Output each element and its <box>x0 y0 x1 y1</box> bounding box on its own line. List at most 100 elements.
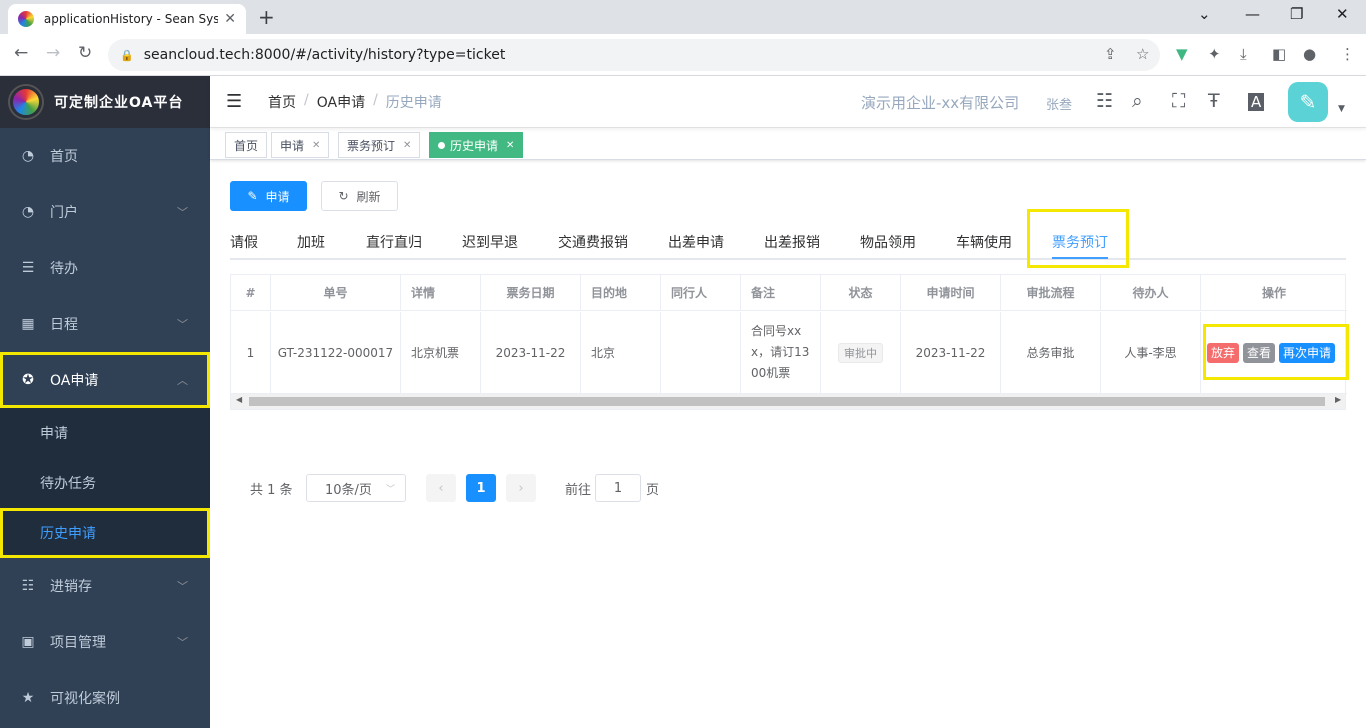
tag-ticket-booking[interactable]: 票务预订 ✕ <box>338 132 421 158</box>
list-menu-icon[interactable]: ☷ <box>1096 90 1113 112</box>
logo-text: 可定制企业OA平台 <box>54 95 184 111</box>
avatar-icon: ✎ <box>1299 90 1317 114</box>
sidebar-item-schedule[interactable]: ▦ 日程 ﹀ <box>0 296 210 352</box>
tab-late-early[interactable]: 迟到早退 <box>462 232 518 252</box>
close-window-icon[interactable]: ✕ <box>1336 5 1349 23</box>
page-size-select[interactable]: 10条/页 ﹀ <box>306 474 406 502</box>
tag-history[interactable]: 历史申请 ✕ <box>429 132 524 158</box>
user-name: 张叁 <box>1046 98 1073 113</box>
sidebar-subitem-history[interactable]: 历史申请 <box>0 508 210 558</box>
bookmark-star-icon[interactable]: ☆ <box>1136 45 1149 63</box>
type-tabs: 请假 加班 直行直归 迟到早退 交通费报销 出差申请 出差报销 物品领用 车辆使… <box>230 224 1346 260</box>
tag-apply[interactable]: 申请 ✕ <box>271 132 330 158</box>
sidebar-item-projects[interactable]: ▣ 项目管理 ﹀ <box>0 614 210 670</box>
tags-view: 首页 申请 ✕ 票务预订 ✕ 历史申请 ✕ <box>210 128 1366 160</box>
scrollbar-thumb[interactable] <box>249 397 1325 406</box>
share-icon[interactable]: ⇪ <box>1104 45 1117 63</box>
dashboard-icon: ◔ <box>21 148 35 164</box>
breadcrumb: 首页 / OA申请 / 历史申请 <box>268 92 442 112</box>
lock-icon: 🔒 <box>120 48 134 62</box>
sidebar-item-inventory[interactable]: ☷ 进销存 ﹀ <box>0 558 210 614</box>
tab-vehicle-use[interactable]: 车辆使用 <box>956 232 1012 252</box>
close-icon[interactable]: ✕ <box>312 140 320 151</box>
star-icon: ★ <box>21 690 35 706</box>
sidebar-item-visual-cases[interactable]: ★ 可视化案例 <box>0 670 210 726</box>
dashboard-icon: ◔ <box>21 204 35 220</box>
chevron-down-icon: ﹀ <box>177 636 188 649</box>
scroll-left-icon[interactable]: ◀ <box>236 395 242 404</box>
logo-icon <box>10 86 42 118</box>
breadcrumb-home[interactable]: 首页 <box>268 92 296 112</box>
menu-icon[interactable]: ⋮ <box>1340 45 1355 63</box>
sidebar-subitem-apply[interactable]: 申请 <box>0 408 210 458</box>
translate-icon[interactable]: A <box>1248 93 1265 111</box>
avatar[interactable]: ✎ <box>1288 82 1328 122</box>
goto-page-input[interactable]: 1 <box>595 474 641 502</box>
settings-icon: ✪ <box>22 372 34 388</box>
scroll-right-icon[interactable]: ▶ <box>1335 395 1341 404</box>
cell-apply-time: 2023-11-22 <box>901 312 1001 394</box>
caret-down-icon[interactable]: ▼ <box>1338 104 1345 114</box>
column-header: 审批流程 <box>1001 275 1101 311</box>
side-panel-icon[interactable]: ◧ <box>1272 45 1286 63</box>
tab-trip-reimburse[interactable]: 出差报销 <box>764 232 820 252</box>
extensions-icon[interactable]: ✦ <box>1208 45 1221 63</box>
horizontal-scrollbar[interactable]: ◀ ▶ <box>231 394 1345 409</box>
column-header: 单号 <box>271 275 401 311</box>
page-number-current[interactable]: 1 <box>466 474 496 502</box>
vue-devtools-icon[interactable]: ▼ <box>1176 45 1188 63</box>
hamburger-icon[interactable]: ☰ <box>226 91 252 112</box>
fullscreen-icon[interactable]: ⛶ <box>1172 90 1185 112</box>
forward-icon[interactable]: → <box>46 43 60 63</box>
pagination-total: 共 1 条 <box>250 482 293 498</box>
chevron-up-icon: ︿ <box>177 374 188 387</box>
reload-icon[interactable]: ↻ <box>78 43 92 63</box>
prev-page-button[interactable]: ‹ <box>426 474 456 502</box>
tab-transport-reimburse[interactable]: 交通费报销 <box>558 232 628 252</box>
close-tab-icon[interactable]: ✕ <box>224 11 236 27</box>
sidebar-item-todo[interactable]: ☰ 待办 <box>0 240 210 296</box>
breadcrumb-separator: / <box>373 91 378 108</box>
status-badge: 审批中 <box>838 342 883 363</box>
url-bar[interactable]: 🔒 seancloud.tech:8000/#/activity/history… <box>108 39 1160 71</box>
refresh-button[interactable]: ↻ 刷新 <box>321 181 398 211</box>
next-page-button[interactable]: › <box>506 474 536 502</box>
table-icon: ☷ <box>21 578 35 594</box>
font-size-icon[interactable]: Ŧ <box>1208 90 1220 112</box>
sidebar-item-oa-apply[interactable]: ✪ OA申请 ︿ <box>0 352 210 408</box>
tag-home[interactable]: 首页 <box>225 132 268 158</box>
tab-business-trip[interactable]: 出差申请 <box>668 232 724 252</box>
list-icon: ☰ <box>21 260 35 276</box>
active-dot-icon <box>438 141 445 149</box>
breadcrumb-history: 历史申请 <box>385 94 442 111</box>
sidebar-item-portal[interactable]: ◔ 门户 ﹀ <box>0 184 210 240</box>
tab-leave[interactable]: 请假 <box>230 232 258 252</box>
breadcrumb-separator: / <box>304 91 309 108</box>
apply-button[interactable]: ✎ 申请 <box>230 181 307 211</box>
sidebar-item-home[interactable]: ◔ 首页 <box>0 128 210 184</box>
browser-tab[interactable]: applicationHistory - Sean Syst ✕ <box>8 4 246 34</box>
tab-direct-trip[interactable]: 直行直归 <box>366 232 422 252</box>
new-tab-icon[interactable]: + <box>258 5 275 29</box>
main-area: ☰ 首页 / OA申请 / 历史申请 演示用企业-xx有限公司 张叁 ☷ ⌕ ⛶… <box>210 76 1366 728</box>
tab-search-icon[interactable]: ⌄ <box>1198 5 1211 23</box>
logo[interactable]: 可定制企业OA平台 <box>0 76 210 128</box>
back-icon[interactable]: ← <box>14 43 28 63</box>
tab-overtime[interactable]: 加班 <box>297 232 325 252</box>
download-icon[interactable]: ⤓ <box>1240 45 1247 63</box>
chevron-down-icon: ﹀ <box>177 206 188 219</box>
breadcrumb-oa-apply[interactable]: OA申请 <box>317 92 365 112</box>
close-icon[interactable]: ✕ <box>403 140 411 151</box>
minimize-icon[interactable]: — <box>1245 5 1260 23</box>
browser-tab-title: applicationHistory - Sean Syst <box>43 12 219 26</box>
restore-icon[interactable]: ❐ <box>1290 5 1303 23</box>
chevron-down-icon: ﹀ <box>177 580 188 593</box>
tab-item-requisition[interactable]: 物品领用 <box>860 232 916 252</box>
search-icon[interactable]: ⌕ <box>1132 90 1143 112</box>
close-icon[interactable]: ✕ <box>506 140 514 151</box>
column-header: 详情 <box>401 275 481 311</box>
cell-flow: 总务审批 <box>1001 312 1101 394</box>
profile-icon[interactable]: ● <box>1303 45 1316 63</box>
sidebar-subitem-pending-tasks[interactable]: 待办任务 <box>0 458 210 508</box>
cell-status: 审批中 <box>821 312 901 394</box>
